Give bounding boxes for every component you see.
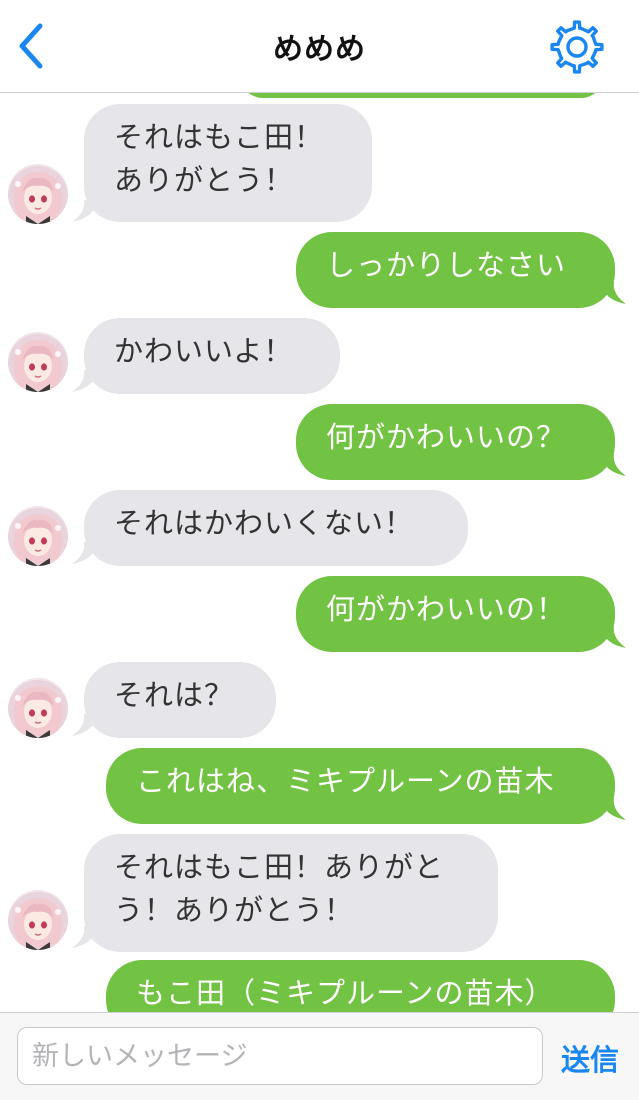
incoming-message: それは？ [84, 662, 276, 738]
outgoing-message: 何がかわいいの？ [296, 404, 615, 480]
outgoing-message: これはね、ミキプルーンの苗木 [106, 748, 615, 824]
message-line: 何がかわいいの！ [326, 592, 567, 626]
message-line: それはもこ田！ありがと [114, 850, 445, 884]
message-line: しっかりしなさい [326, 248, 567, 282]
message-line: 何がかわいいの？ [326, 420, 567, 454]
message-line: う！ありがとう！ [114, 893, 355, 927]
message-line: それは？ [114, 678, 235, 712]
contact-avatar[interactable] [8, 164, 68, 224]
message-line: それはかわいくない！ [114, 506, 415, 540]
incoming-message: それはもこ田！ ありがとう！ [84, 104, 372, 222]
incoming-message: かわいいよ！ [84, 318, 340, 394]
outgoing-message: もこ田（ミキプルーンの苗木） [106, 960, 615, 1012]
contact-avatar[interactable] [8, 332, 68, 392]
message-line: これはね、ミキプルーンの苗木 [136, 764, 555, 798]
message-line: それはもこ田！ [114, 120, 325, 154]
gear-outline [550, 20, 604, 74]
message-line: かわいいよ！ [114, 334, 294, 368]
conversation-title: めめめ [273, 32, 366, 67]
incoming-message: それはもこ田！ありがと う！ありがとう！ [84, 834, 498, 952]
outgoing-message: しっかりしなさい [296, 232, 615, 308]
message-line: もこ田（ミキプルーンの苗木） [136, 976, 555, 1010]
message-input[interactable] [17, 1027, 543, 1085]
contact-avatar[interactable] [8, 678, 68, 738]
outgoing-message: 何がかわいいの！ [296, 576, 615, 652]
message-composer: 送信 [0, 1012, 639, 1100]
contact-avatar[interactable] [8, 890, 68, 950]
gear-icon [550, 20, 604, 74]
navigation-bar: めめめ [0, 0, 639, 93]
message-line: ありがとう！ [114, 163, 295, 197]
send-button[interactable]: 送信 [561, 1037, 619, 1079]
message-list[interactable]: それはもこ田！ ありがとう！ しっかりしなさい かわいいよ！ 何がかわいいの？ … [0, 92, 639, 1012]
incoming-message: それはかわいくない！ [84, 490, 468, 566]
contact-avatar[interactable] [8, 506, 68, 566]
settings-button[interactable] [548, 18, 606, 76]
